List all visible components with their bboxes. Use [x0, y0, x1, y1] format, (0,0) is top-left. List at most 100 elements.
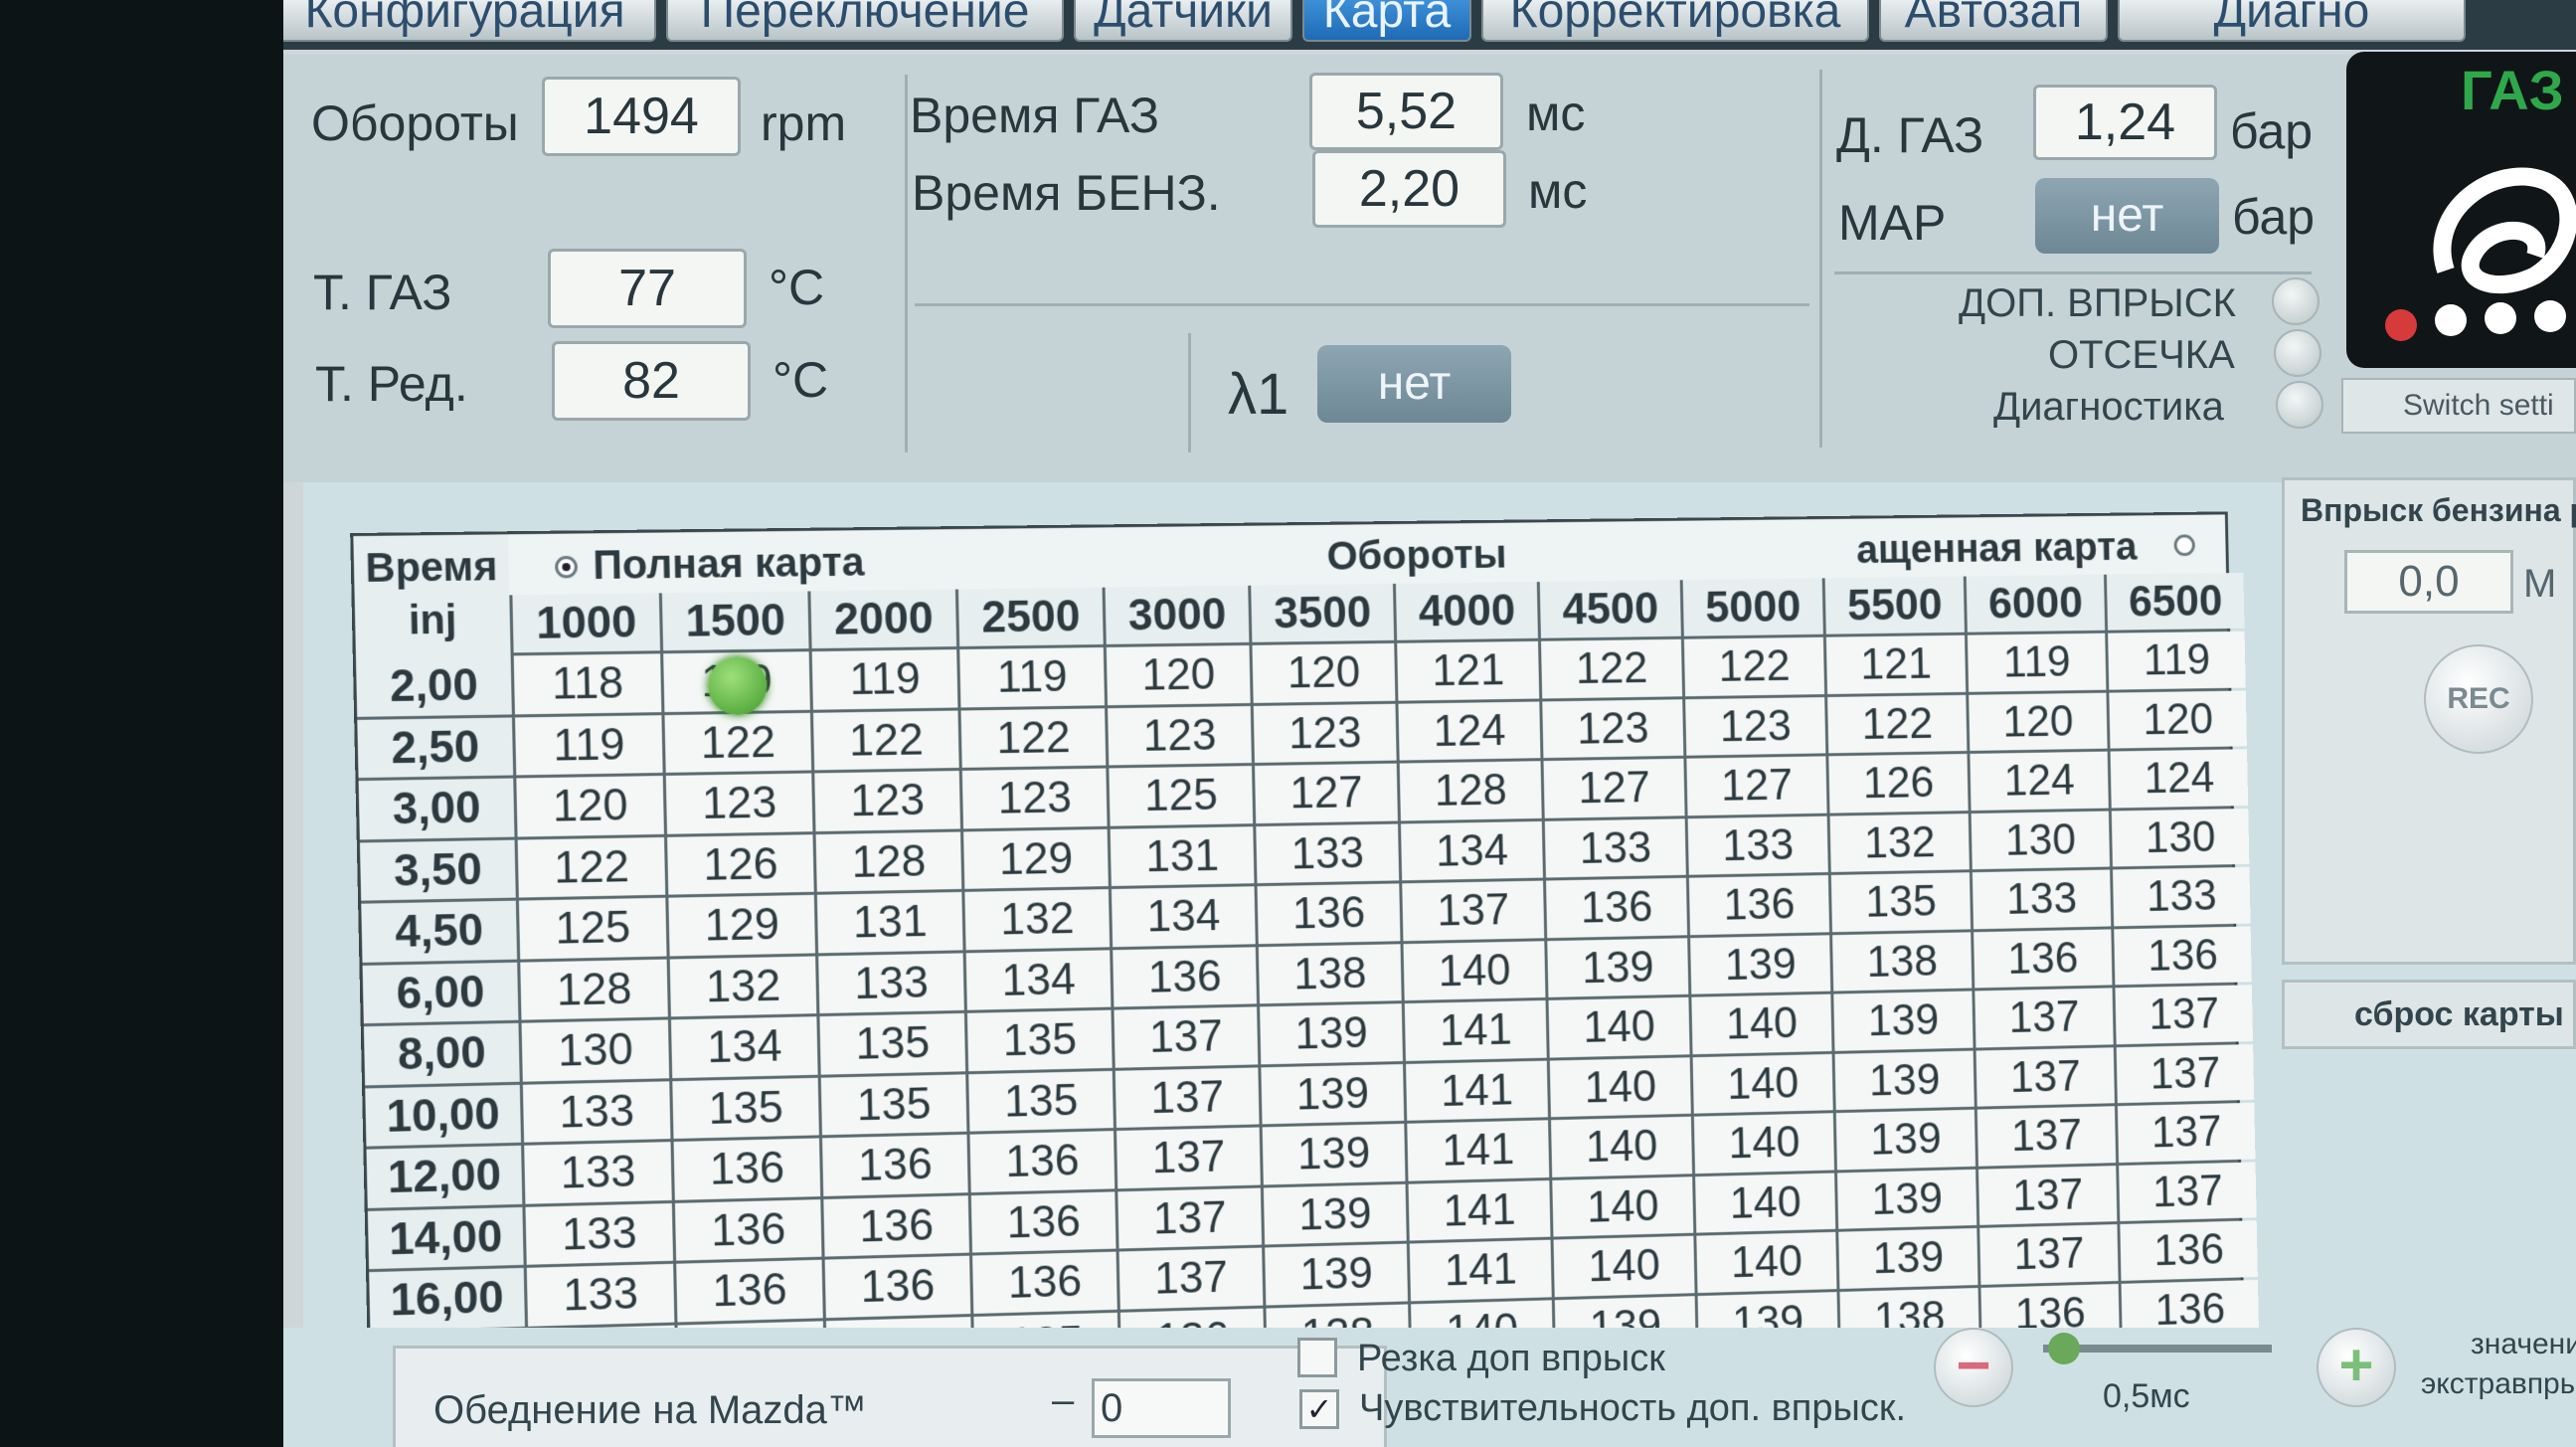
map-cell[interactable]: 133: [1256, 823, 1400, 884]
map-cell[interactable]: 122: [517, 836, 666, 898]
map-cell[interactable]: 137: [1977, 1165, 2118, 1225]
sensitivity-extra-checkbox[interactable]: ✓: [1299, 1389, 1339, 1429]
map-cell[interactable]: 137: [2119, 1161, 2257, 1222]
map-cell[interactable]: 133: [1972, 869, 2112, 929]
map-cell[interactable]: 120: [516, 776, 664, 836]
map-cell[interactable]: 137: [1116, 1127, 1261, 1188]
map-cell[interactable]: 140: [1553, 1235, 1695, 1297]
map-cell[interactable]: 137: [1118, 1247, 1264, 1310]
simple-map-radio[interactable]: [2173, 534, 2196, 557]
map-cell[interactable]: 134: [1400, 820, 1543, 881]
map-cell[interactable]: 132: [669, 955, 817, 1017]
map-cell[interactable]: 125: [518, 897, 667, 960]
map-cell[interactable]: 118: [513, 653, 662, 714]
map-cell[interactable]: 137: [2117, 1102, 2256, 1163]
map-cell[interactable]: 139: [1833, 991, 1974, 1051]
map-cell[interactable]: 133: [522, 1080, 671, 1143]
map-cell[interactable]: 126: [1828, 753, 1969, 814]
switch-settings-button[interactable]: Switch setti: [2341, 378, 2576, 434]
map-cell[interactable]: 129: [668, 894, 816, 956]
map-cell[interactable]: 131: [816, 891, 963, 953]
map-cell[interactable]: 133: [818, 952, 964, 1014]
map-cell[interactable]: 139: [1261, 1063, 1405, 1125]
map-cell[interactable]: 136: [2120, 1220, 2258, 1281]
map-cell[interactable]: 133: [1544, 817, 1686, 878]
map-cell[interactable]: 136: [674, 1198, 822, 1261]
map-cell[interactable]: 136: [1974, 928, 2113, 989]
map-cell[interactable]: 136: [673, 1138, 821, 1200]
map-cell[interactable]: 129: [963, 828, 1109, 889]
map-cell[interactable]: 136: [969, 1131, 1116, 1192]
reset-map-button[interactable]: сброс карты: [2282, 980, 2576, 1049]
map-cell[interactable]: 139: [1263, 1183, 1407, 1245]
map-cell[interactable]: 138: [1832, 931, 1973, 992]
map-cell[interactable]: 130: [1971, 811, 2111, 870]
map-cell[interactable]: 139: [1834, 1050, 1975, 1111]
map-cell[interactable]: 120: [1252, 642, 1396, 703]
map-cell[interactable]: 120: [1106, 644, 1251, 705]
map-cell[interactable]: 134: [1111, 886, 1256, 947]
map-cell[interactable]: 123: [1542, 698, 1684, 759]
map-cell[interactable]: 140: [1696, 1231, 1837, 1293]
map-cell[interactable]: 125: [1109, 766, 1254, 826]
map-cell[interactable]: 119: [1967, 633, 2107, 692]
map-cell[interactable]: 140: [1549, 1056, 1691, 1118]
map-cell[interactable]: 136: [1546, 877, 1688, 938]
map-cell[interactable]: 128: [520, 959, 668, 1020]
map-cell[interactable]: 140: [1693, 1113, 1834, 1174]
map-cell[interactable]: 140: [1691, 994, 1832, 1054]
map-cell[interactable]: 123: [814, 771, 960, 831]
map-cell[interactable]: 137: [2116, 1043, 2255, 1104]
map-cell[interactable]: 141: [1406, 1060, 1548, 1121]
map-cell[interactable]: 123: [961, 768, 1108, 828]
tab-sensors[interactable]: Датчики: [1074, 0, 1292, 42]
map-cell[interactable]: 141: [1407, 1120, 1550, 1181]
map-cell[interactable]: 122: [664, 712, 812, 773]
map-cell[interactable]: 121: [1825, 634, 1967, 694]
map-cell[interactable]: 134: [965, 949, 1112, 1010]
map-cell[interactable]: 135: [819, 1012, 966, 1075]
map-cell[interactable]: 133: [524, 1142, 672, 1204]
rec-button[interactable]: REC: [2424, 644, 2533, 754]
map-cell[interactable]: 137: [1402, 880, 1545, 941]
map-cell[interactable]: 141: [1408, 1179, 1551, 1241]
cut-extra-checkbox[interactable]: [1297, 1338, 1337, 1377]
map-cell[interactable]: 140: [1552, 1176, 1694, 1237]
map-cell[interactable]: 132: [964, 889, 1111, 950]
map-cell[interactable]: 127: [1543, 758, 1685, 818]
map-cell[interactable]: 140: [1695, 1173, 1836, 1233]
map-cell[interactable]: 137: [1114, 1006, 1259, 1068]
map-cell[interactable]: 128: [815, 830, 962, 892]
tab-map[interactable]: Карта: [1302, 0, 1471, 42]
map-cell[interactable]: 122: [1683, 636, 1825, 696]
map-cell[interactable]: 135: [1830, 872, 1972, 932]
map-cell[interactable]: 140: [1403, 940, 1546, 1001]
map-cell[interactable]: 136: [824, 1255, 971, 1318]
map-cell[interactable]: 133: [1687, 815, 1828, 875]
map-cell[interactable]: 136: [676, 1259, 823, 1323]
tab-diagnostics[interactable]: Диагно: [2118, 0, 2466, 42]
map-cell[interactable]: 122: [960, 707, 1107, 768]
map-cell[interactable]: 138: [1258, 943, 1402, 1004]
map-cell[interactable]: 130: [2111, 808, 2250, 867]
map-cell[interactable]: 123: [1685, 696, 1826, 756]
map-cell[interactable]: 136: [972, 1251, 1117, 1314]
map-cell[interactable]: 123: [665, 773, 813, 834]
map-cell[interactable]: 139: [1690, 934, 1831, 995]
map-cell[interactable]: 139: [1838, 1227, 1978, 1289]
map-cell[interactable]: 137: [1975, 1046, 2115, 1107]
map-cell[interactable]: 139: [1835, 1109, 1976, 1170]
map-cell[interactable]: 136: [970, 1190, 1116, 1253]
map-cell[interactable]: 122: [1827, 694, 1968, 754]
map-cell[interactable]: 122: [1540, 638, 1683, 698]
tab-correction[interactable]: Корректировка: [1481, 0, 1869, 42]
map-cell[interactable]: 130: [521, 1019, 670, 1082]
increase-button[interactable]: +: [2317, 1328, 2396, 1407]
map-cell[interactable]: 140: [1551, 1116, 1693, 1177]
map-cell[interactable]: 123: [1253, 703, 1397, 764]
map-cell[interactable]: 141: [1409, 1239, 1552, 1301]
map-cell[interactable]: 136: [1688, 874, 1830, 935]
map-cell[interactable]: 135: [820, 1073, 967, 1136]
map-cell[interactable]: 137: [1976, 1106, 2117, 1167]
map-cell[interactable]: 128: [1399, 761, 1542, 820]
